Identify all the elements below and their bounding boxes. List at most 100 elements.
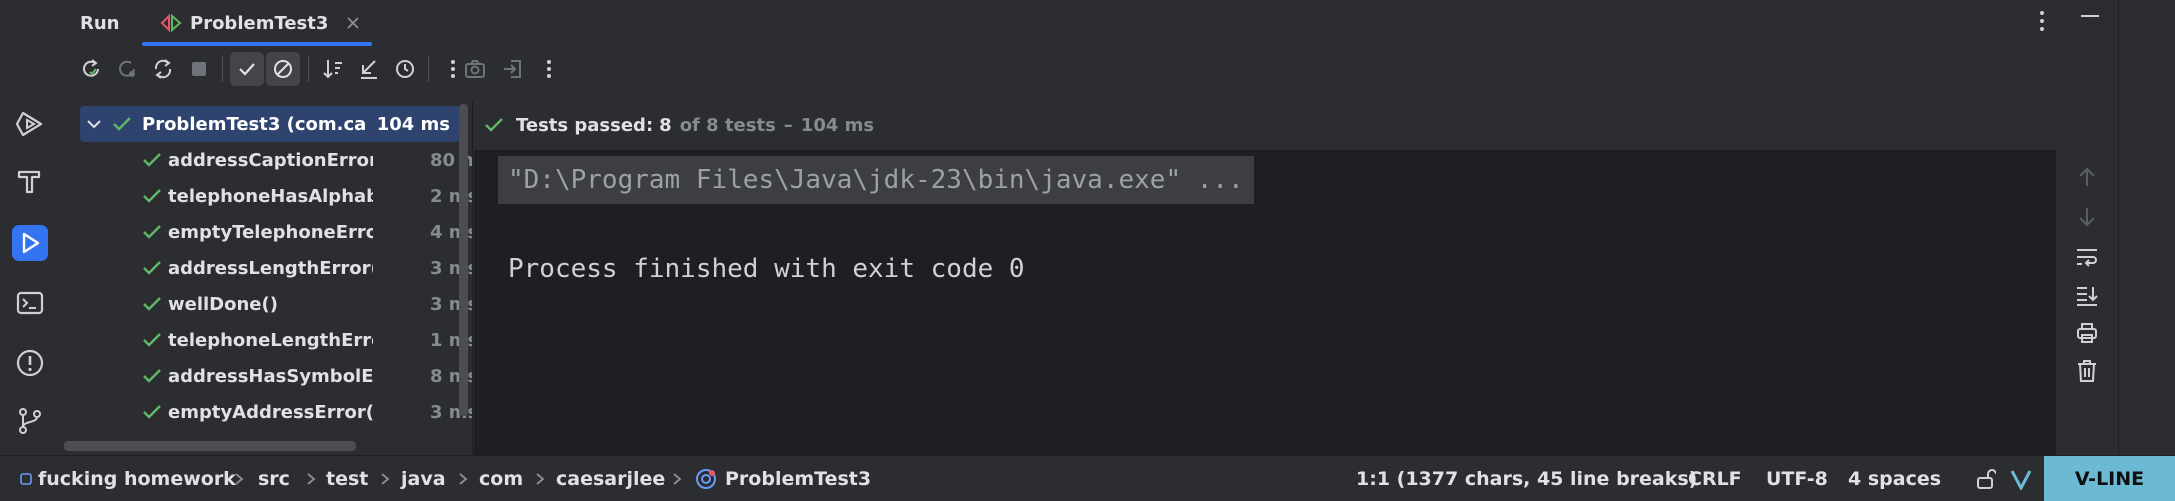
trash-icon[interactable] [2072, 356, 2102, 386]
breadcrumb-project[interactable]: fucking homework [20, 456, 236, 501]
left-tool-strip [0, 0, 60, 455]
show-ignored-icon[interactable] [266, 52, 300, 86]
toolbar-separator [428, 56, 429, 82]
tab-problemtest3[interactable]: ProblemTest3 [160, 0, 360, 46]
print-icon[interactable] [2072, 318, 2102, 348]
rerun-icon[interactable] [74, 52, 108, 86]
terminal-icon[interactable] [12, 285, 48, 321]
test-name: addressCaptionError [168, 149, 373, 171]
tests-duration: 104 ms [800, 114, 875, 136]
close-tab-icon[interactable] [346, 16, 360, 30]
test-history-icon[interactable] [388, 52, 422, 86]
chevron-right-icon [380, 456, 390, 501]
tests-separator: – [783, 114, 793, 136]
build-hammer-icon[interactable] [12, 163, 48, 199]
problems-icon[interactable] [12, 345, 48, 381]
toggle-auto-test-icon[interactable] [146, 52, 180, 86]
console-exit-message: Process finished with exit code 0 [508, 254, 1025, 284]
more-options-icon[interactable] [2037, 8, 2047, 34]
test-tree-item[interactable]: telephoneHasAlphabe2 ms [62, 178, 472, 214]
soft-wrap-icon[interactable] [2072, 242, 2102, 272]
sort-alphabetically-icon[interactable] [316, 52, 350, 86]
chevron-right-icon [672, 456, 682, 501]
test-results-tree: ProblemTest3 (com.ca 104 ms addressCapti… [62, 100, 472, 455]
chevron-down-icon[interactable] [86, 117, 102, 131]
test-class-icon [695, 468, 717, 490]
test-name: emptyAddressError() [168, 401, 373, 423]
tests-total: of 8 tests [679, 114, 776, 136]
breadcrumb-class[interactable]: ProblemTest3 [695, 456, 871, 501]
collapse-all-icon[interactable] [352, 52, 386, 86]
breadcrumb-com[interactable]: com [479, 456, 523, 501]
toolbar-separator [222, 56, 223, 82]
test-tree-item[interactable]: addressLengthError()3 ms [62, 250, 472, 286]
screenshot-icon[interactable] [458, 52, 492, 86]
caret-position[interactable]: 1:1 (1377 chars, 45 line breaks) [1356, 456, 1697, 501]
passed-check-icon [142, 403, 162, 421]
right-tool-strip [2118, 0, 2175, 455]
chevron-right-icon [306, 456, 316, 501]
tests-passed-label: Tests passed: [516, 114, 654, 136]
test-result-summary: Tests passed: 8 of 8 tests – 104 ms [474, 100, 2056, 150]
tests-passed-count: 8 [659, 114, 672, 136]
passed-check-icon [112, 115, 132, 133]
import-tests-icon[interactable] [496, 52, 530, 86]
console-side-actions [2056, 150, 2118, 455]
breadcrumb-java[interactable]: java [401, 456, 446, 501]
panel-splitter[interactable] [472, 100, 473, 455]
passed-check-icon [142, 295, 162, 313]
stop-icon[interactable] [182, 52, 216, 86]
v-plugin-icon[interactable] [2010, 456, 2032, 501]
console-command-line[interactable]: "D:\Program Files\Java\jdk-23\bin\java.e… [498, 156, 1254, 204]
test-config-icon [160, 13, 182, 33]
chevron-right-icon [458, 456, 468, 501]
scroll-to-end-icon[interactable] [2072, 280, 2102, 310]
passed-check-icon [142, 151, 162, 169]
tree-vertical-scrollbar[interactable] [459, 104, 468, 416]
indent-setting[interactable]: 4 spaces [1848, 456, 1941, 501]
chevron-right-icon [535, 456, 545, 501]
rerun-failed-icon[interactable] [110, 52, 144, 86]
test-name: wellDone() [168, 293, 278, 315]
active-tab-indicator [142, 42, 372, 46]
test-tree-item[interactable]: emptyTelephoneError4 ms [62, 214, 472, 250]
test-name: telephoneHasAlphabe [168, 185, 373, 207]
minimize-icon[interactable] [2080, 14, 2100, 18]
test-tree-item[interactable]: emptyAddressError()3 ms [62, 394, 472, 430]
console-output[interactable]: "D:\Program Files\Java\jdk-23\bin\java.e… [474, 150, 2056, 455]
test-name: addressHasSymbolErr [168, 365, 373, 387]
test-tree-item[interactable]: wellDone()3 ms [62, 286, 472, 322]
breadcrumb-src[interactable]: src [258, 456, 290, 501]
passed-check-icon [142, 259, 162, 277]
status-bar: fucking homework src test java com caesa… [0, 455, 2175, 501]
vline-badge[interactable]: V-LINE [2044, 456, 2175, 501]
more-console-options-icon[interactable] [532, 52, 566, 86]
test-tree-item[interactable]: addressCaptionError80 ms [62, 142, 472, 178]
chevron-right-icon [234, 456, 244, 501]
run-tool-window-title: Run [80, 12, 120, 34]
line-ending[interactable]: CRLF [1688, 456, 1742, 501]
toolbar-separator [308, 56, 309, 82]
services-icon[interactable] [12, 106, 48, 142]
tool-window-tab-bar: Run ProblemTest3 [62, 0, 2118, 46]
git-branch-icon[interactable] [12, 403, 48, 439]
test-tree-item[interactable]: addressHasSymbolErr8 ms [62, 358, 472, 394]
tree-horizontal-scrollbar[interactable] [64, 441, 356, 451]
breadcrumb-test[interactable]: test [326, 456, 368, 501]
passed-check-icon [142, 187, 162, 205]
show-passed-icon[interactable] [230, 52, 264, 86]
passed-check-icon [484, 116, 504, 134]
arrow-down-icon[interactable] [2072, 202, 2102, 232]
module-icon [20, 472, 32, 485]
test-tree-item[interactable]: telephoneLengthError1 ms [62, 322, 472, 358]
passed-check-icon [142, 367, 162, 385]
arrow-up-icon[interactable] [2072, 162, 2102, 192]
file-encoding[interactable]: UTF-8 [1766, 456, 1828, 501]
tree-root-row[interactable]: ProblemTest3 (com.ca 104 ms [80, 106, 460, 142]
unlock-icon[interactable] [1976, 456, 1996, 501]
test-name: addressLengthError() [168, 257, 373, 279]
console-toolbar [458, 52, 578, 86]
breadcrumb-package[interactable]: caesarjlee [556, 456, 665, 501]
run-icon[interactable] [12, 225, 48, 261]
run-toolbar [62, 52, 472, 96]
